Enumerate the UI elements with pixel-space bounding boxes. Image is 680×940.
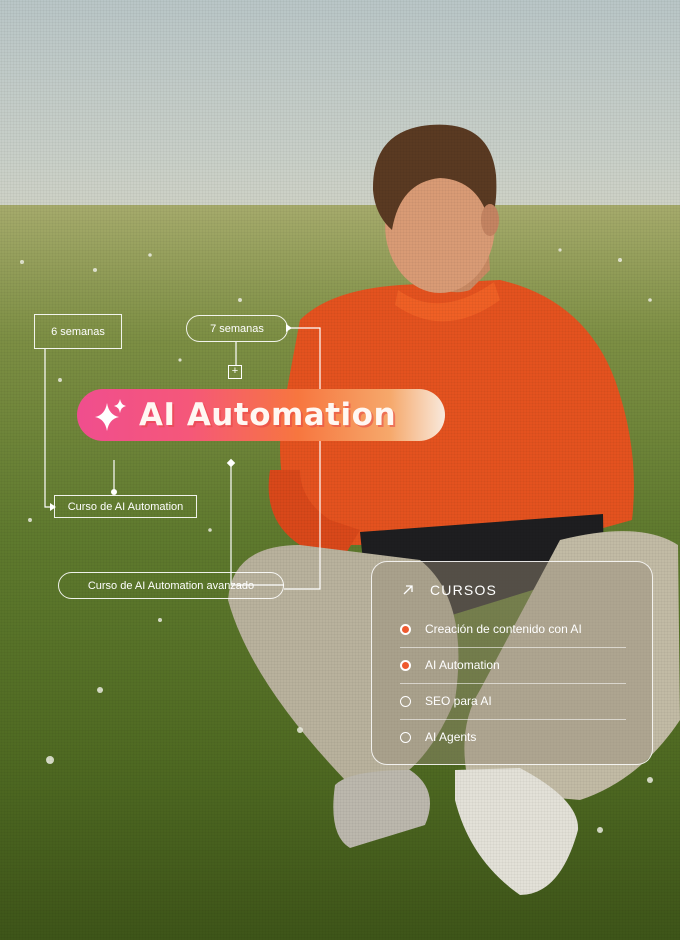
radio-selected-icon: [400, 659, 411, 671]
course-advanced-label: Curso de AI Automation avanzado: [58, 572, 284, 599]
duration-6-weeks: 6 semanas: [34, 314, 122, 349]
course-basic-label: Curso de AI Automation: [54, 495, 197, 518]
course-option[interactable]: SEO para AI: [400, 683, 626, 719]
arrow-up-right-icon: [403, 585, 413, 595]
courses-heading: CURSOS: [430, 582, 498, 598]
course-option-label: AI Agents: [425, 730, 477, 744]
courses-card: CURSOS Creación de contenido con AI AI A…: [371, 561, 653, 765]
course-option-label: Creación de contenido con AI: [425, 622, 582, 636]
courses-header: CURSOS: [402, 582, 497, 598]
sparkle-icon: [95, 399, 126, 431]
radio-unselected-icon: [400, 695, 411, 707]
course-option[interactable]: AI Agents: [400, 719, 626, 755]
ai-automation-banner: AI Automation: [77, 389, 445, 441]
duration-7-weeks: 7 semanas: [186, 315, 288, 342]
course-option[interactable]: AI Automation: [400, 647, 626, 683]
course-option[interactable]: Creación de contenido con AI: [400, 611, 626, 647]
radio-unselected-icon: [400, 731, 411, 743]
banner-title: AI Automation: [139, 397, 397, 433]
course-option-label: SEO para AI: [425, 694, 492, 708]
expand-button[interactable]: +: [228, 365, 242, 379]
radio-selected-icon: [400, 623, 411, 635]
course-option-label: AI Automation: [425, 658, 500, 672]
